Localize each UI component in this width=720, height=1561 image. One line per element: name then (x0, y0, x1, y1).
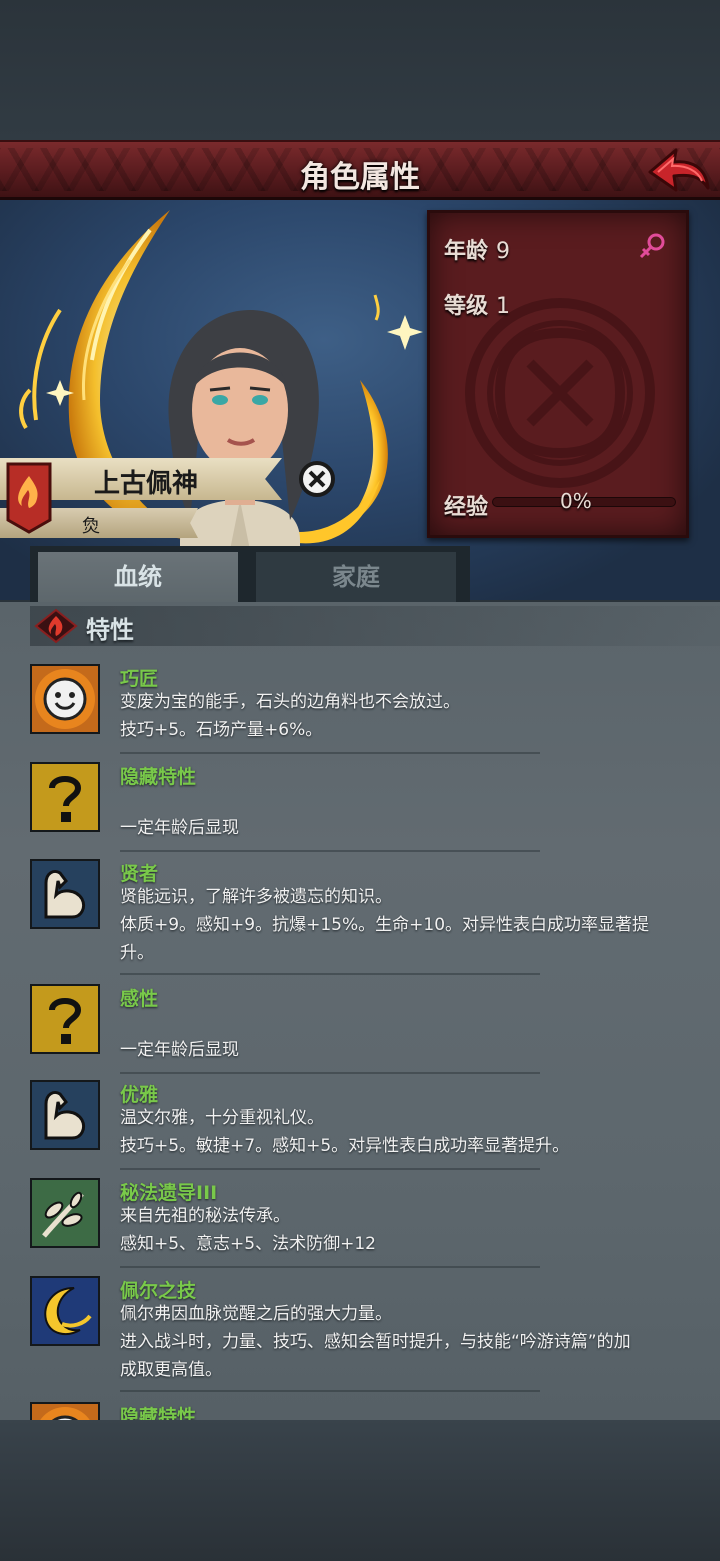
header-bar: 角色属性 (0, 140, 720, 200)
page-title: 角色属性 (300, 160, 420, 195)
trait-name: 感性 (120, 988, 159, 1010)
trait-name: 巧匠 (120, 668, 159, 690)
trait-name: 隐藏特性 (120, 1406, 197, 1420)
level-label: 等级 (444, 294, 489, 319)
crescent-moon-icon (30, 1276, 100, 1346)
trait-name: 佩尔之技 (120, 1280, 197, 1302)
close-button[interactable] (298, 460, 336, 498)
flexed-arm-icon (30, 859, 100, 929)
age-value: 9 (496, 239, 511, 264)
trait-description: 温文尔雅，十分重视礼仪。 (120, 1108, 324, 1128)
divider (120, 1390, 540, 1392)
trait-description: 来自先祖的秘法传承。 (120, 1206, 290, 1226)
trait-name: 优雅 (120, 1084, 159, 1106)
trait-effect: 技巧+5。敏捷+7。感知+5。对异性表白成功率显著提升。 (120, 1136, 570, 1156)
trait-effect-continued: 成取更高值。 (120, 1360, 222, 1380)
leaf-branch-icon (30, 1178, 100, 1248)
trait-description: 变废为宝的能手，石头的边角料也不会放过。 (120, 692, 460, 712)
trait-section-icon (34, 608, 78, 644)
trait-name: 秘法遗导III (120, 1182, 218, 1204)
tab-family[interactable]: 家庭 (256, 552, 456, 602)
back-arrow-icon (648, 148, 710, 192)
fire-clan-badge-icon (6, 462, 52, 534)
trait-effect: 一定年龄后显现 (120, 818, 239, 838)
trait-effect: 进入战斗时，力量、技巧、感知会暂时提升，与技能“吟游诗篇”的加 (120, 1332, 631, 1352)
divider (120, 752, 540, 754)
tab-bar: 血统 家庭 (30, 546, 470, 602)
navigation-bar-area (0, 1420, 720, 1561)
stats-panel: 年龄 9 等级 1 经验 0% (427, 210, 689, 538)
question-mark-icon (30, 984, 100, 1054)
level-stat: 等级 1 (444, 288, 510, 320)
trait-effect-continued: 升。 (120, 943, 154, 963)
level-value: 1 (496, 294, 511, 319)
age-label: 年龄 (444, 239, 489, 264)
trait-name: 隐藏特性 (120, 766, 197, 788)
divider (120, 1168, 540, 1170)
trait-effect: 感知+5、意志+5、法术防御+12 (120, 1234, 376, 1254)
trait-effect: 技巧+5。石场产量+6%。 (120, 720, 323, 740)
divider (120, 973, 540, 975)
traits-content[interactable]: 特性 巧匠 变废为宝的能手，石头的边角料也不会放过。 技巧+5。石场产量+6%。… (0, 602, 720, 1420)
smiley-face-icon (30, 1402, 100, 1420)
knot-emblem-icon (465, 298, 655, 488)
age-stat: 年龄 9 (444, 233, 510, 265)
close-icon (299, 461, 335, 497)
section-header: 特性 (30, 606, 720, 646)
female-gender-icon (639, 233, 665, 259)
divider (120, 850, 540, 852)
question-mark-icon (30, 762, 100, 832)
status-bar-area (0, 0, 720, 140)
trait-description: 佩尔弗因血脉觉醒之后的强大力量。 (120, 1304, 392, 1324)
character-name: 上古佩神 (93, 469, 198, 499)
trait-description: 贤能远识，了解许多被遗忘的知识。 (120, 887, 392, 907)
divider (120, 1072, 540, 1074)
trait-effect: 一定年龄后显现 (120, 1040, 239, 1060)
back-button[interactable] (646, 144, 712, 200)
exp-value: 0% (560, 489, 592, 513)
trait-name: 贤者 (120, 863, 159, 885)
trait-effect: 体质+9。感知+9。抗爆+15%。生命+10。对异性表白成功率显著提 (120, 915, 650, 935)
tab-bloodline[interactable]: 血统 (38, 552, 238, 602)
exp-label: 经验 (444, 495, 489, 520)
divider (120, 1266, 540, 1268)
smiley-face-icon (30, 664, 100, 734)
flexed-arm-icon (30, 1080, 100, 1150)
section-title: 特性 (86, 616, 134, 644)
